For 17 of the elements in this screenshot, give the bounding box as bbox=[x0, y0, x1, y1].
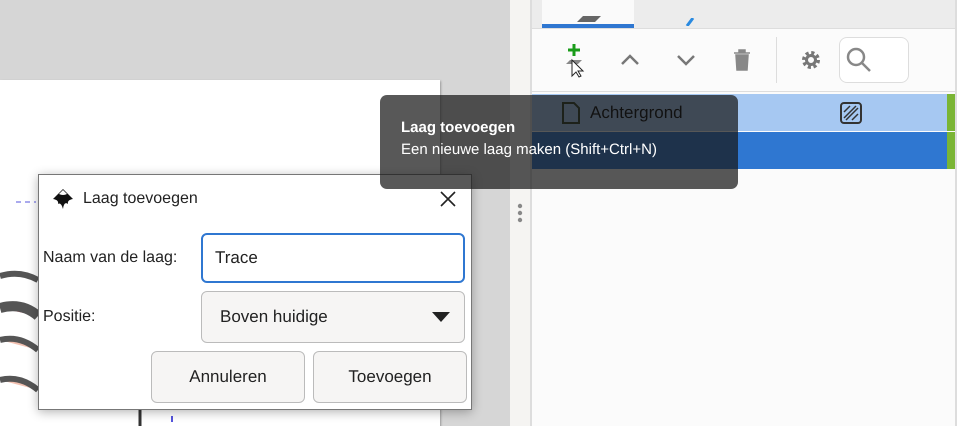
drag-handle-icon[interactable] bbox=[517, 203, 523, 223]
dropdown-arrow-icon bbox=[432, 312, 450, 322]
dialog-button[interactable]: Toevoegen bbox=[313, 351, 467, 403]
tooltip-title: Laag toevoegen bbox=[401, 118, 516, 138]
app-logo-icon bbox=[51, 188, 75, 210]
dialog-button[interactable]: Annuleren bbox=[151, 351, 305, 403]
field-label: Positie: bbox=[43, 308, 96, 326]
dialog-title: Laag toevoegen bbox=[83, 190, 199, 208]
layer-name: Achtergrond bbox=[590, 102, 683, 122]
search-icon bbox=[846, 47, 872, 73]
hatched-square-icon[interactable] bbox=[840, 102, 862, 124]
field-label: Naam van de laag: bbox=[43, 249, 178, 267]
tooltip-text: Een nieuwe laag maken (Shift+Ctrl+N) bbox=[401, 141, 657, 158]
search-field[interactable] bbox=[839, 37, 909, 83]
panel-tab[interactable] bbox=[542, 0, 634, 28]
position-dropdown[interactable]: Boven huidige bbox=[201, 291, 465, 343]
layer-name-field[interactable]: Trace bbox=[201, 233, 465, 283]
